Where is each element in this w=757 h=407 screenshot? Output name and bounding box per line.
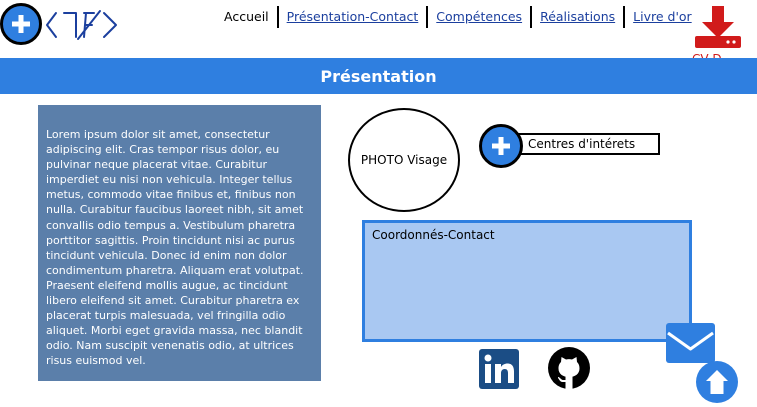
linkedin-icon[interactable] <box>479 349 519 389</box>
nav-livre-dor[interactable]: Livre d'or <box>625 7 700 27</box>
photo-label: PHOTO Visage <box>360 153 448 167</box>
mail-icon[interactable] <box>666 323 715 363</box>
interests-field[interactable]: Centres d'intérets <box>516 133 660 155</box>
interests-add-button[interactable] <box>479 124 523 168</box>
plus-icon <box>12 15 30 33</box>
nav-realisations[interactable]: Réalisations <box>532 7 623 27</box>
nav-competences[interactable]: Compétences <box>428 7 530 27</box>
menu-button[interactable] <box>0 3 42 45</box>
download-icon[interactable] <box>694 6 742 62</box>
page-title: Présentation <box>320 66 437 86</box>
contact-box: Coordonnés-Contact <box>362 220 692 342</box>
nav-accueil[interactable]: Accueil <box>216 7 277 27</box>
top-nav: Accueil Présentation-Contact Compétences… <box>216 6 700 28</box>
nav-presentation-contact[interactable]: Présentation-Contact <box>279 7 427 27</box>
interests-label: Centres d'intérets <box>528 137 636 151</box>
github-icon[interactable] <box>548 347 590 389</box>
photo-placeholder: PHOTO Visage <box>348 108 460 212</box>
section-banner: Présentation <box>0 58 757 94</box>
scroll-top-button[interactable] <box>696 361 738 403</box>
logo-icon[interactable] <box>44 5 120 45</box>
plus-icon <box>492 137 510 155</box>
presentation-text: Lorem ipsum dolor sit amet, consectetur … <box>38 105 321 381</box>
arrow-up-icon <box>706 370 728 394</box>
contact-title: Coordonnés-Contact <box>372 228 495 242</box>
